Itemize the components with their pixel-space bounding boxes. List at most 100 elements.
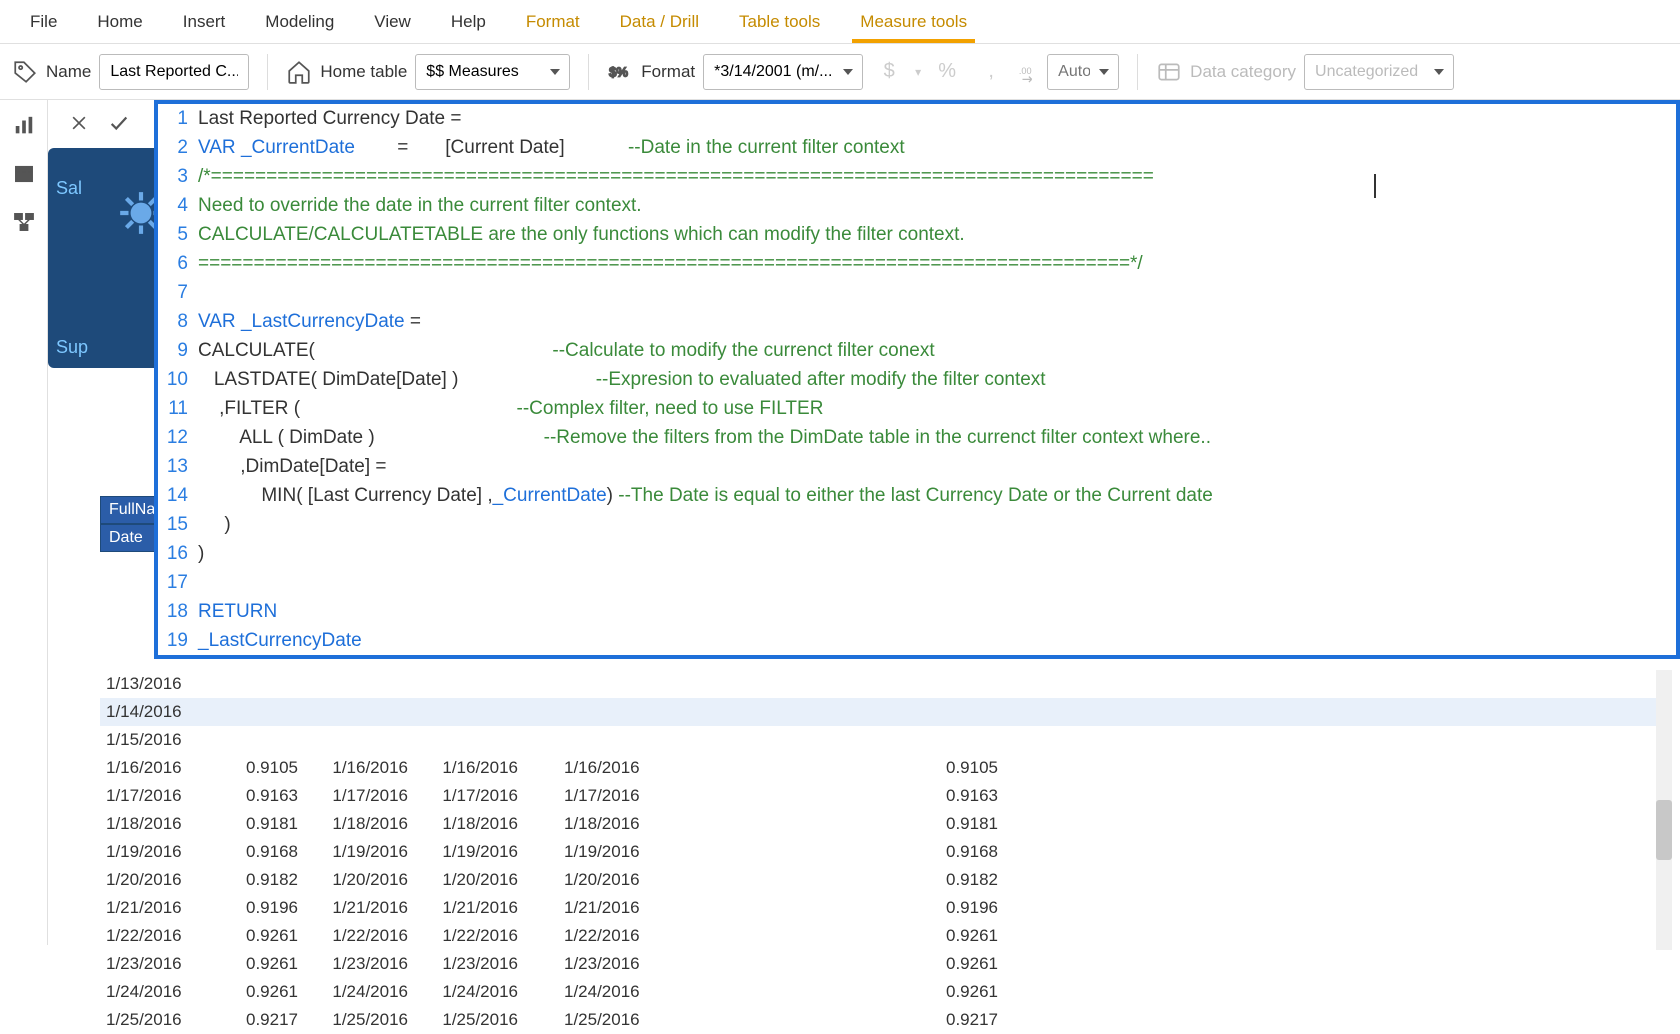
table-row[interactable]: 1/23/20160.92611/23/20161/23/20161/23/20…: [100, 950, 1668, 978]
ribbon-tab-format[interactable]: Format: [506, 2, 600, 42]
line-number: 6: [158, 249, 198, 278]
token-plain: [198, 282, 203, 303]
code-content[interactable]: /*======================================…: [198, 162, 1676, 191]
code-content[interactable]: _LastCurrencyDate: [198, 626, 1676, 655]
ribbon-tab-measure-tools[interactable]: Measure tools: [840, 2, 987, 42]
code-content[interactable]: VAR _LastCurrencyDate =: [198, 307, 1676, 336]
table-row[interactable]: 1/14/2016: [100, 698, 1668, 726]
code-content[interactable]: ): [198, 510, 1676, 539]
code-content[interactable]: [198, 568, 1676, 597]
token-plain: [565, 137, 628, 158]
token-comment: /*======================================…: [198, 166, 1154, 187]
code-line[interactable]: 7: [158, 278, 1676, 307]
token-plain: [300, 398, 516, 419]
name-group: Name: [12, 54, 249, 90]
ribbon-tab-insert[interactable]: Insert: [163, 2, 246, 42]
code-line[interactable]: 12 ALL ( DimDate ) --Remove the filters …: [158, 423, 1676, 452]
code-content[interactable]: ,DimDate[Date] =: [198, 452, 1676, 481]
table-row[interactable]: 1/16/20160.91051/16/20161/16/20161/16/20…: [100, 754, 1668, 782]
scrollbar-thumb[interactable]: [1656, 800, 1672, 860]
code-line[interactable]: 19_LastCurrencyDate: [158, 626, 1676, 655]
name-label: Name: [46, 62, 91, 82]
thousands-button[interactable]: ,: [973, 54, 1009, 90]
code-line[interactable]: 3/*=====================================…: [158, 162, 1676, 191]
commit-button[interactable]: [104, 108, 134, 138]
cell: 1/20/2016: [304, 870, 414, 890]
ribbon-tab-view[interactable]: View: [354, 2, 431, 42]
ribbon-tab-help[interactable]: Help: [431, 2, 506, 42]
cell: 1/20/2016: [414, 870, 524, 890]
code-content[interactable]: RETURN: [198, 597, 1676, 626]
hometable-select[interactable]: [415, 54, 570, 90]
percent-button[interactable]: %: [929, 54, 965, 90]
ribbon-tabs: FileHomeInsertModelingViewHelpFormatData…: [0, 0, 1680, 44]
table-row[interactable]: 1/25/20160.92171/25/20161/25/20161/25/20…: [100, 1006, 1668, 1034]
code-content[interactable]: CALCULATE/CALCULATETABLE are the only fu…: [198, 220, 1676, 249]
code-content[interactable]: VAR _CurrentDate = [Current Date] --Date…: [198, 133, 1676, 162]
table-row[interactable]: 1/15/2016: [100, 726, 1668, 754]
decimal-icon[interactable]: .00: [1017, 61, 1039, 83]
data-view-button[interactable]: [10, 162, 38, 186]
code-line[interactable]: 13 ,DimDate[Date] =: [158, 452, 1676, 481]
code-line[interactable]: 1Last Reported Currency Date =: [158, 104, 1676, 133]
table-row[interactable]: 1/17/20160.91631/17/20161/17/20161/17/20…: [100, 782, 1668, 810]
code-content[interactable]: ALL ( DimDate ) --Remove the filters fro…: [198, 423, 1676, 452]
code-line[interactable]: 5CALCULATE/CALCULATETABLE are the only f…: [158, 220, 1676, 249]
code-line[interactable]: 11 ,FILTER ( --Complex filter, need to u…: [158, 394, 1676, 423]
code-content[interactable]: MIN( [Last Currency Date] ,_CurrentDate)…: [198, 481, 1676, 510]
table-row[interactable]: 1/21/20160.91961/21/20161/21/20161/21/20…: [100, 894, 1668, 922]
token-kw: VAR: [198, 137, 241, 158]
decimals-input[interactable]: [1047, 54, 1119, 90]
cell: 1/24/2016: [524, 982, 784, 1002]
code-line[interactable]: 10 LASTDATE( DimDate[Date] ) --Expresion…: [158, 365, 1676, 394]
table-row[interactable]: 1/18/20160.91811/18/20161/18/20161/18/20…: [100, 810, 1668, 838]
format-select[interactable]: [703, 54, 863, 90]
ribbon-tab-file[interactable]: File: [10, 2, 77, 42]
ribbon-tab-home[interactable]: Home: [77, 2, 162, 42]
token-kw: VAR: [198, 311, 241, 332]
cell: 1/24/2016: [304, 982, 414, 1002]
category-select[interactable]: [1304, 54, 1454, 90]
table-row[interactable]: 1/19/20160.91681/19/20161/19/20161/19/20…: [100, 838, 1668, 866]
model-view-button[interactable]: [10, 210, 38, 234]
code-content[interactable]: ,FILTER ( --Complex filter, need to use …: [198, 394, 1676, 423]
code-line[interactable]: 17: [158, 568, 1676, 597]
name-input[interactable]: [99, 54, 249, 90]
code-content[interactable]: Need to override the date in the current…: [198, 191, 1676, 220]
report-view-button[interactable]: [10, 114, 38, 138]
code-line[interactable]: 14 MIN( [Last Currency Date] ,_CurrentDa…: [158, 481, 1676, 510]
cancel-button[interactable]: [64, 108, 94, 138]
table-row[interactable]: 1/13/2016: [100, 670, 1668, 698]
home-icon: [286, 59, 312, 85]
code-line[interactable]: 6=======================================…: [158, 249, 1676, 278]
code-content[interactable]: CALCULATE( --Calculate to modify the cur…: [198, 336, 1676, 365]
cell: 1/18/2016: [304, 814, 414, 834]
code-line[interactable]: 8VAR _LastCurrencyDate =: [158, 307, 1676, 336]
cell: 1/15/2016: [100, 730, 208, 750]
ribbon-tab-table-tools[interactable]: Table tools: [719, 2, 840, 42]
code-line[interactable]: 9CALCULATE( --Calculate to modify the cu…: [158, 336, 1676, 365]
ribbon-tab-data-drill[interactable]: Data / Drill: [600, 2, 719, 42]
code-content[interactable]: [198, 278, 1676, 307]
token-var: _LastCurrencyDate: [198, 630, 362, 651]
cell: 1/18/2016: [524, 814, 784, 834]
code-content[interactable]: Last Reported Currency Date =: [198, 104, 1676, 133]
code-line[interactable]: 15 ): [158, 510, 1676, 539]
code-line[interactable]: 2VAR _CurrentDate = [Current Date] --Dat…: [158, 133, 1676, 162]
code-line[interactable]: 4Need to override the date in the curren…: [158, 191, 1676, 220]
code-content[interactable]: LASTDATE( DimDate[Date] ) --Expresion to…: [198, 365, 1676, 394]
code-content[interactable]: ): [198, 539, 1676, 568]
table-row[interactable]: 1/22/20160.92611/22/20161/22/20161/22/20…: [100, 922, 1668, 950]
token-var: _CurrentDate: [241, 137, 355, 158]
currency-button[interactable]: $: [871, 54, 907, 90]
table-row[interactable]: 1/24/20160.92611/24/20161/24/20161/24/20…: [100, 978, 1668, 1006]
ribbon-tab-modeling[interactable]: Modeling: [245, 2, 354, 42]
table-row[interactable]: 1/20/20160.91821/20/20161/20/20161/20/20…: [100, 866, 1668, 894]
code-content[interactable]: ========================================…: [198, 249, 1676, 278]
cell: 1/23/2016: [414, 954, 524, 974]
formula-editor[interactable]: 1Last Reported Currency Date =2VAR _Curr…: [154, 100, 1680, 659]
token-comment: Need to override the date in the current…: [198, 195, 642, 216]
code-line[interactable]: 16): [158, 539, 1676, 568]
line-number: 11: [158, 394, 198, 423]
code-line[interactable]: 18RETURN: [158, 597, 1676, 626]
